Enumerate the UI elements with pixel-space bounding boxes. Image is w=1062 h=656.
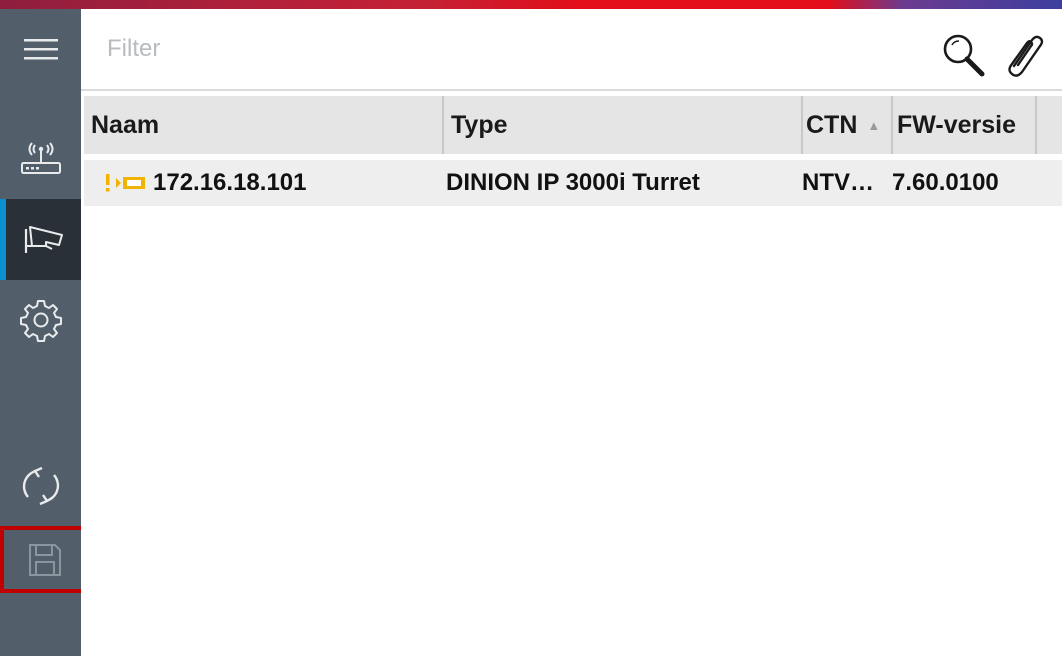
main-content: Naam Type CTN ▲ FW-versie 172.16.18.101 … [81, 9, 1062, 656]
column-label: Type [451, 110, 508, 139]
table-header: Naam Type CTN ▲ FW-versie [84, 96, 1062, 154]
table-row[interactable]: 172.16.18.101 DINION IP 3000i Turret NTV… [84, 160, 1062, 206]
device-name: 172.16.18.101 [153, 169, 307, 196]
hamburger-menu-icon [23, 39, 58, 60]
network-device-icon [20, 142, 61, 174]
search-icon[interactable] [939, 31, 987, 79]
gear-icon [19, 300, 62, 342]
hamburger-menu-button[interactable] [0, 9, 81, 89]
filter-bar [81, 9, 1062, 89]
cell-naam: 172.16.18.101 [104, 160, 444, 206]
column-header-fw-versie[interactable]: FW-versie [893, 96, 1037, 154]
camera-icon [24, 225, 63, 253]
column-header-ctn[interactable]: CTN ▲ [803, 96, 893, 154]
sort-ascending-icon: ▲ [867, 117, 881, 133]
cameras-button[interactable] [0, 199, 81, 280]
brand-color-bar [0, 0, 1062, 9]
column-header-naam[interactable]: Naam [84, 96, 444, 154]
save-icon [28, 543, 61, 576]
cell-ctn: NTV… [802, 169, 874, 196]
column-label: Naam [91, 110, 160, 139]
refresh-icon [22, 466, 59, 506]
column-label: FW-versie [897, 110, 1016, 139]
cell-fw-versie: 7.60.0100 [892, 169, 999, 196]
column-header-type[interactable]: Type [444, 96, 803, 154]
refresh-button[interactable] [0, 446, 81, 526]
column-label: CTN [806, 110, 858, 139]
cell-type: DINION IP 3000i Turret [446, 169, 700, 196]
filter-input[interactable] [107, 31, 707, 67]
settings-button[interactable] [0, 280, 81, 360]
save-button[interactable] [0, 526, 89, 593]
network-devices-button[interactable] [0, 119, 81, 199]
paperclip-icon[interactable] [1003, 31, 1045, 79]
divider [81, 89, 1062, 91]
warning-camera-icon [106, 174, 145, 192]
